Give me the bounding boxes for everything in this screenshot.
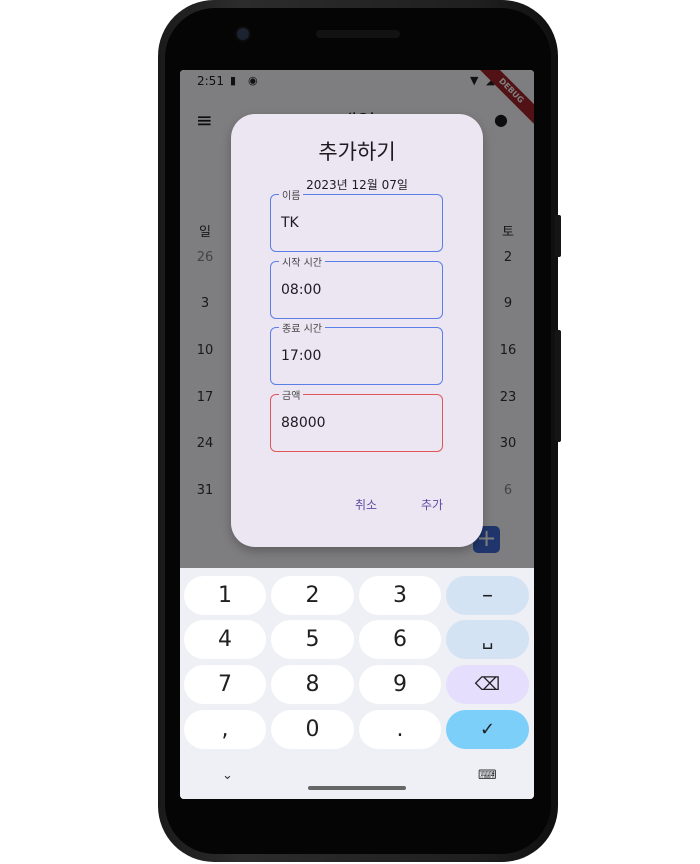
home-indicator[interactable]	[308, 786, 406, 790]
amount-value[interactable]: 88000	[281, 415, 326, 431]
backspace-key-icon[interactable]: ⌫	[446, 665, 529, 704]
name-field[interactable]: 이름 TK	[270, 187, 443, 252]
start-time-value[interactable]: 08:00	[281, 282, 321, 298]
key-7[interactable]: 7	[184, 665, 266, 704]
key-0[interactable]: 0	[271, 710, 354, 749]
key-3[interactable]: 3	[359, 576, 441, 615]
dialog-title: 추가하기	[318, 140, 396, 164]
amount-field[interactable]: 금액 88000	[270, 387, 443, 452]
power-button	[555, 330, 561, 442]
space-key-icon[interactable]: ␣	[446, 620, 529, 659]
key-comma[interactable]: ,	[184, 710, 266, 749]
screen: 2:51 ▮ ◉ ▼ ◢ DEBUG ≡ 매일 ⌕ ● 일 토 26 3 10 …	[180, 70, 534, 799]
camera-icon	[237, 28, 249, 40]
key-minus[interactable]: –	[446, 576, 529, 615]
volume-button	[555, 215, 561, 257]
end-time-label: 종료 시간	[279, 320, 325, 335]
key-2[interactable]: 2	[271, 576, 354, 615]
done-key-check-icon[interactable]: ✓	[446, 710, 529, 749]
key-5[interactable]: 5	[271, 620, 354, 659]
keyboard-switch-icon[interactable]: ⌨	[478, 768, 497, 783]
key-1[interactable]: 1	[184, 576, 266, 615]
start-time-label: 시작 시간	[279, 254, 325, 269]
end-time-value[interactable]: 17:00	[281, 348, 321, 364]
start-time-field[interactable]: 시작 시간 08:00	[270, 254, 443, 319]
end-time-field[interactable]: 종료 시간 17:00	[270, 320, 443, 385]
key-9[interactable]: 9	[359, 665, 441, 704]
cancel-button[interactable]: 취소	[355, 496, 377, 513]
key-period[interactable]: .	[359, 710, 441, 749]
name-field-label: 이름	[279, 187, 304, 202]
numeric-keyboard: 1 2 3 – 4 5 6 ␣ 7 8 9 ⌫ , 0 . ✓ ⌄ ⌨	[180, 568, 534, 799]
dialog-date: 2023년 12월 07일	[306, 178, 408, 192]
hide-keyboard-icon[interactable]: ⌄	[222, 768, 233, 783]
add-button[interactable]: 추가	[421, 496, 443, 513]
name-field-value[interactable]: TK	[281, 215, 299, 231]
amount-label: 금액	[279, 387, 304, 402]
add-dialog: 추가하기 2023년 12월 07일 이름 TK 시작 시간 08:00 종료 …	[231, 114, 483, 547]
key-6[interactable]: 6	[359, 620, 441, 659]
speaker-grille	[316, 30, 400, 38]
key-8[interactable]: 8	[271, 665, 354, 704]
key-4[interactable]: 4	[184, 620, 266, 659]
